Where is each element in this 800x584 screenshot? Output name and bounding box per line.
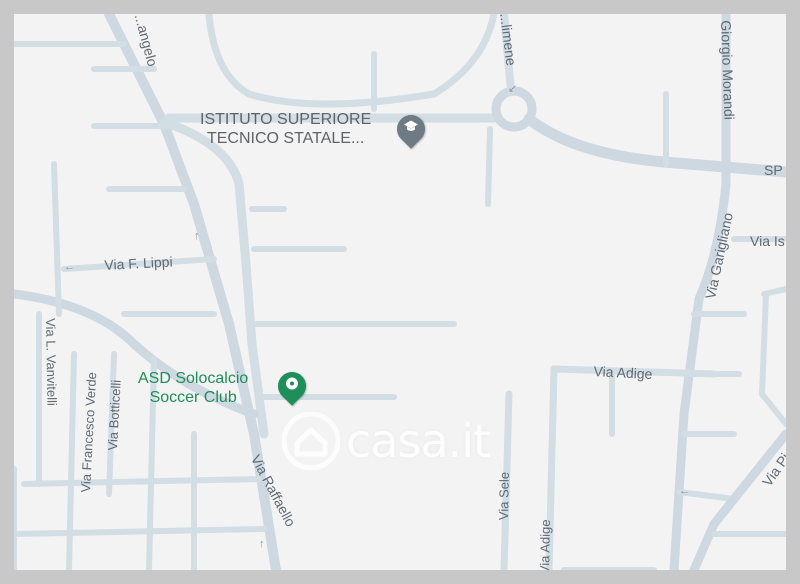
road-top-loop: [205, 14, 498, 108]
road-right-block: [759, 286, 786, 427]
poi-school-label[interactable]: ISTITUTO SUPERIORE TECNICO STATALE...: [200, 110, 371, 148]
poi-sport-line2: Soccer Club: [149, 389, 237, 406]
road-north-spur: [485, 126, 493, 207]
casa-watermark: casa.it: [282, 412, 491, 470]
poi-sport-label[interactable]: ASD Solocalcio Soccer Club: [138, 369, 248, 407]
arrow-left-icon: ↙: [508, 83, 518, 95]
street-label-vanvitelli: Via L. Vanvitelli: [43, 318, 60, 406]
map-canvas[interactable]: ...angelo ...limene Giorgio Morandi SP V…: [14, 14, 786, 570]
street-label-morandi: Giorgio Morandi: [718, 20, 738, 121]
arrow-up-icon: ↑: [194, 230, 200, 242]
road-francesco-verde: [66, 351, 77, 570]
watermark-text: casa.it: [346, 414, 491, 468]
arrow-up-icon: ↑: [259, 538, 265, 550]
street-label-isonzo: Via Is...: [750, 233, 786, 249]
street-label-sp: SP: [764, 162, 783, 178]
poi-school-line1: ISTITUTO SUPERIORE: [200, 111, 372, 128]
road-network: [14, 14, 786, 570]
map-frame: ...angelo ...limene Giorgio Morandi SP V…: [0, 0, 800, 584]
road-vert-a: [51, 161, 62, 317]
road-h-c: [21, 476, 262, 487]
house-logo-icon: [282, 412, 340, 470]
poi-sport-line1: ASD Solocalcio: [138, 370, 249, 387]
street-label-sele: Via Sele: [496, 471, 512, 521]
poi-school-line2: TECNICO STATALE...: [206, 130, 365, 147]
soccer-ball-icon: [285, 377, 299, 396]
street-label-adige-1: Via Adige: [593, 363, 653, 383]
road-h-d: [14, 526, 267, 537]
street-label-adige-2: Via Adige: [537, 519, 553, 570]
road-via-pi: [689, 429, 786, 570]
arrow-left-icon: ←: [679, 485, 690, 497]
arrow-left-icon: ←: [718, 243, 729, 255]
graduation-cap-icon: [403, 120, 419, 139]
arrow-left-icon: ←: [64, 261, 75, 273]
road-sp: [523, 113, 786, 178]
